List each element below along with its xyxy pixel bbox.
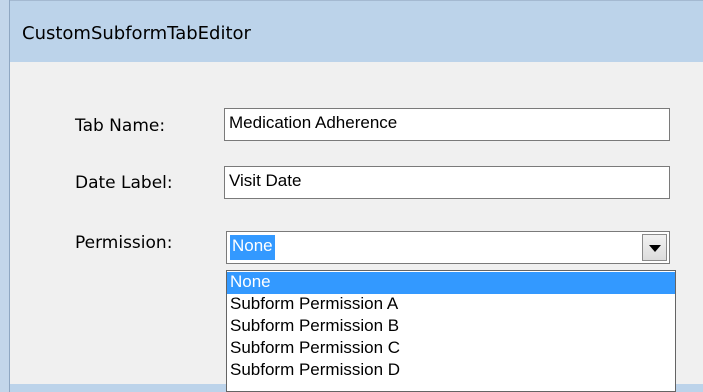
dropdown-option-subform-permission-b[interactable]: Subform Permission B [227,316,675,338]
chevron-down-icon [649,245,661,252]
window-title: CustomSubformTabEditor [22,23,251,44]
title-bar[interactable]: CustomSubformTabEditor [10,0,703,62]
dropdown-option-subform-permission-a[interactable]: Subform Permission A [227,294,675,316]
permission-dropdown-list[interactable]: None Subform Permission A Subform Permis… [226,270,676,392]
dropdown-option-subform-permission-c[interactable]: Subform Permission C [227,338,675,360]
dialog-window: CustomSubformTabEditor Tab Name: Medicat… [0,0,703,392]
dropdown-option-subform-permission-d[interactable]: Subform Permission D [227,360,675,382]
window-frame-left [0,0,10,392]
tab-name-label: Tab Name: [75,116,166,136]
permission-selected-value: None [230,235,275,260]
permission-combobox[interactable]: None [226,231,670,264]
tab-name-field[interactable]: Medication Adherence [224,108,670,141]
dropdown-option-none[interactable]: None [227,272,675,294]
permission-label: Permission: [75,233,173,253]
date-label-label: Date Label: [75,173,173,193]
date-label-field[interactable]: Visit Date [224,166,670,199]
dropdown-button[interactable] [642,234,667,261]
